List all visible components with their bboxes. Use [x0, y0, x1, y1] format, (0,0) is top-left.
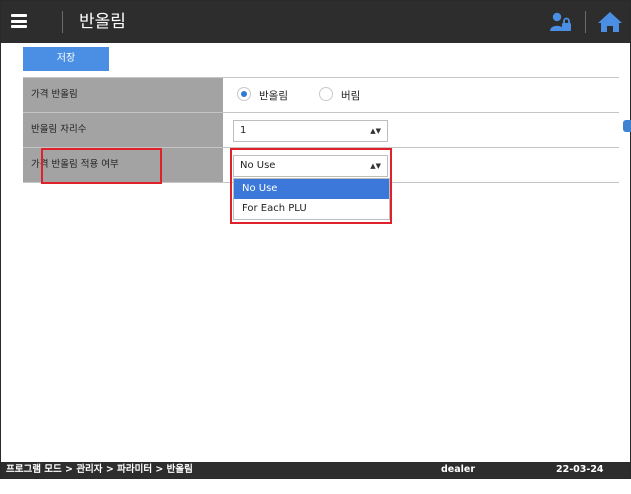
chevron-down-icon: ▲▼	[370, 127, 381, 135]
highlight-box-label	[41, 148, 162, 184]
rounding-radio-group: 반올림 버림	[223, 78, 619, 112]
value-cell: 1 ▲▼	[223, 113, 619, 147]
rounding-radio-truncate[interactable]	[319, 87, 333, 101]
decimal-places-select[interactable]: 1 ▲▼	[233, 120, 388, 142]
header-divider	[62, 11, 63, 33]
setting-label: 반올림 자리수	[23, 113, 223, 147]
setting-label: 가격 반올림	[23, 78, 223, 112]
highlight-box-dropdown	[230, 148, 392, 224]
setting-row-price-rounding: 가격 반올림 반올림 버림	[23, 78, 619, 113]
setting-row-decimal-places: 반올림 자리수 1 ▲▼	[23, 113, 619, 148]
select-value: 1	[240, 125, 247, 136]
save-button[interactable]: 저장	[23, 47, 109, 71]
rounding-radio-round[interactable]	[237, 87, 251, 101]
datetime: 22-03-24 11:40	[556, 464, 604, 491]
user-lock-icon[interactable]	[549, 10, 573, 34]
rounding-radio-label: 반올림	[259, 90, 288, 102]
current-user: dealer	[441, 464, 476, 475]
breadcrumb: 프로그램 모드 > 관리자 > 파라미터 > 반올림	[6, 464, 193, 475]
app-frame	[0, 0, 631, 479]
top-bar: 반올림	[1, 1, 630, 43]
hamburger-menu-icon[interactable]	[11, 14, 27, 28]
page-title: 반올림	[79, 12, 126, 32]
home-icon[interactable]	[597, 10, 623, 34]
status-bar: 프로그램 모드 > 관리자 > 파라미터 > 반올림 dealer 22-03-…	[1, 462, 630, 491]
truncate-radio-label: 버림	[341, 90, 361, 102]
panel-toggle-icon[interactable]	[623, 120, 631, 132]
header-divider	[585, 11, 586, 33]
